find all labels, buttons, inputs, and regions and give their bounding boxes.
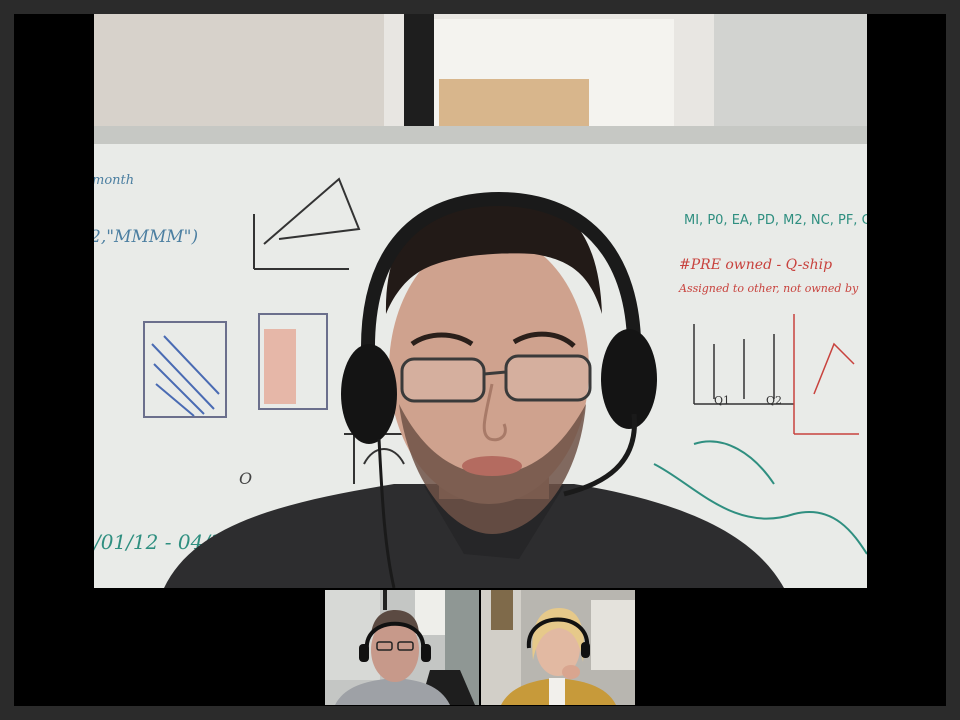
wb-text-pre-owned: #PRE owned - Q-ship — [679, 257, 832, 273]
wb-hatching-red — [264, 329, 296, 404]
whiteboard-tray — [94, 126, 867, 146]
video-call-window: month 2,"MMMM") O /01/12 - 04/30/13 MI, … — [14, 14, 946, 706]
main-speaker-mouth — [462, 456, 522, 476]
bookshelf — [491, 590, 513, 630]
wb-text-q2: Q2 — [766, 394, 782, 407]
main-video[interactable]: month 2,"MMMM") O /01/12 - 04/30/13 MI, … — [94, 14, 867, 588]
participant-thumbnail-1[interactable] — [325, 590, 479, 705]
wb-text-month: month — [94, 173, 134, 188]
participant-2-hand — [562, 665, 580, 679]
wb-text-q1: Q1 — [714, 394, 730, 407]
participant-1-frame — [325, 590, 479, 705]
wb-text-code: MI, P0, EA, PD, M2, NC, PF, C0 — [684, 213, 867, 228]
wall-phone — [404, 14, 434, 142]
participant-thumbnails — [325, 590, 635, 705]
participant-thumbnail-2[interactable] — [481, 590, 635, 705]
wb-text-mmmm: 2,"MMMM") — [94, 227, 198, 247]
participant-2-frame — [481, 590, 635, 705]
main-video-frame: month 2,"MMMM") O /01/12 - 04/30/13 MI, … — [94, 14, 867, 588]
wb-text-o: O — [239, 469, 252, 488]
wb-text-assigned: Assigned to other, not owned by — [678, 282, 859, 295]
